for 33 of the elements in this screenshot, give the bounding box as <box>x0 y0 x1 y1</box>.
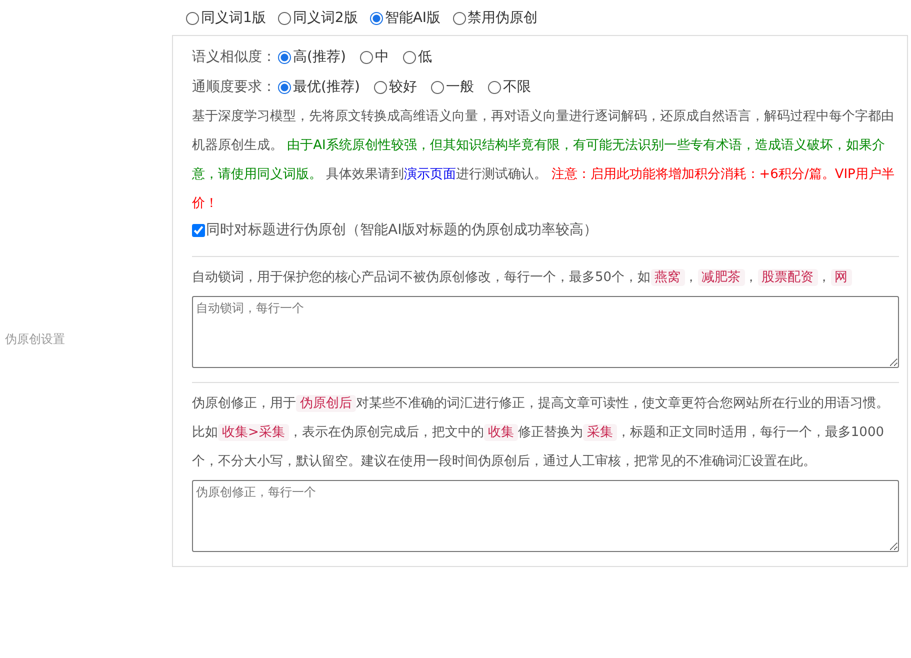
radio-option[interactable]: 不限 <box>488 78 531 96</box>
radio-button[interactable] <box>278 50 291 64</box>
radio-option[interactable]: 智能AI版 <box>370 9 441 27</box>
lock-words-input[interactable]: 自动锁词，每行一个 <box>192 296 899 368</box>
radio-option[interactable]: 中 <box>360 48 389 66</box>
checkbox[interactable] <box>192 224 205 236</box>
radio-option[interactable]: 最优(推荐) <box>278 78 360 96</box>
radio-button[interactable] <box>374 80 387 94</box>
radio-option[interactable]: 高(推荐) <box>278 48 346 66</box>
description-text: 基于深度学习模型，先将原文转换成高维语义向量，再对语义向量进行逐词解码，还原成自然语言，解码过程中每个字都由机器原创生成。 由于AI系统原创性较强，但其知识结构毕竟有限，有可能无法识别一些专有术语，造成语义破坏，如果介意，请使用同义词版。 具体效果请到演示页面进行测试确认。 注意：启用此功能将增加积分消耗：+6积分/篇。VIP用户半价！ <box>192 108 896 213</box>
radio-button[interactable] <box>488 80 501 94</box>
correction-description: 伪原创修正，用于 伪原创后 对某些不准确的词汇进行修正，提高文章可读性，使文章更符合您网站所在行业的用语习惯。比如 收集>采集 ，表示在伪原创完成后，把文中的 收集 修正替换为 采集 ，标题和正文同时适用，每行一个，最多1000个，不分大小写，默认留空。建议在使用一段时间伪原创后，通过人工审核，把常见的不准确词汇设置在此。 <box>192 394 890 471</box>
radio-option[interactable]: 同义词1版 <box>186 9 266 27</box>
field-label: 伪原创设置 <box>4 330 65 348</box>
correction-input[interactable]: 伪原创修正，每行一个 <box>192 480 899 552</box>
setting-label: 通顺度要求： <box>192 78 276 96</box>
setting-label: 语义相似度： <box>192 48 276 66</box>
radio-option[interactable]: 低 <box>402 48 432 66</box>
radio-option[interactable]: 禁用伪原创 <box>452 9 538 27</box>
demo-page-link[interactable]: 演示页面 <box>404 167 456 182</box>
radio-option[interactable]: 一般 <box>430 78 474 96</box>
radio-button[interactable] <box>430 80 444 94</box>
radio-option[interactable]: 较好 <box>374 78 417 96</box>
radio-button[interactable] <box>452 12 466 24</box>
radio-button[interactable] <box>186 12 199 24</box>
title-checkbox-option[interactable]: 同时对标题进行伪原创（智能AI版对标题的伪原创成功率较高） <box>192 218 899 242</box>
radio-button[interactable] <box>360 50 373 64</box>
radio-option[interactable]: 同义词2版 <box>278 9 358 27</box>
radio-button[interactable] <box>278 80 291 94</box>
radio-button[interactable] <box>278 12 291 24</box>
radio-button[interactable] <box>402 50 416 64</box>
radio-button[interactable] <box>370 12 383 24</box>
lock-words-description: 自动锁词，用于保护您的核心产品词不被伪原创修改，每行一个，最多50个，如 燕窝 ， 减肥茶 ， 股票配资 ， 网 <box>192 263 899 292</box>
